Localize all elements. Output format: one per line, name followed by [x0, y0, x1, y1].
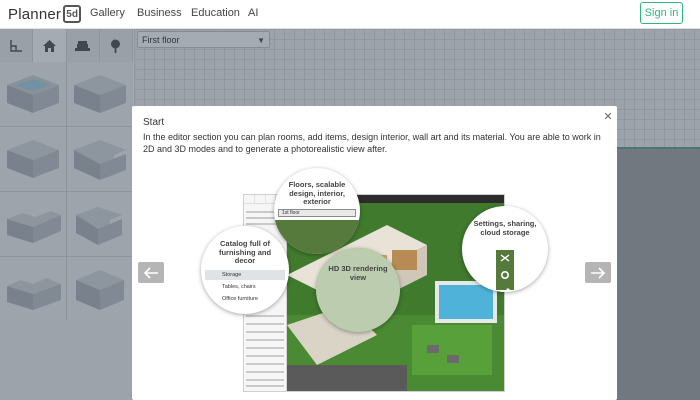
preview-list-item — [246, 371, 284, 373]
settings-callout: Settings, sharing, cloud storage — [462, 206, 548, 292]
hd-render-callout: HD 3D rendering view — [316, 248, 400, 332]
top-nav: Planner 5d Gallery Business Education AI… — [0, 0, 700, 29]
catalog-item-office: Office furniture — [222, 296, 258, 302]
preview-tab — [244, 195, 255, 204]
preview-list-item — [246, 339, 284, 341]
nav-link-gallery[interactable]: Gallery — [90, 7, 125, 19]
sign-in-button[interactable]: Sign in — [640, 2, 683, 24]
fullscreen-icon — [500, 254, 510, 262]
preview-list-item — [246, 363, 284, 365]
nav-link-education[interactable]: Education — [191, 7, 240, 19]
prev-slide-button[interactable] — [138, 262, 164, 283]
settings-callout-label: Settings, sharing, cloud storage — [473, 219, 537, 237]
modal-description: In the editor section you can plan rooms… — [143, 132, 601, 154]
logo-text: Planner — [8, 5, 62, 23]
close-icon[interactable]: ✕ — [602, 110, 614, 123]
preview-list-item — [246, 355, 284, 357]
arrow-right-icon — [591, 266, 606, 279]
floors-callout-label: Floors, scalable design, interior, exter… — [288, 180, 346, 206]
next-slide-button[interactable] — [585, 262, 611, 283]
share-icon — [500, 288, 510, 292]
hd-render-callout-label: HD 3D rendering view — [328, 264, 388, 282]
preview-list-item — [246, 315, 284, 317]
catalog-item-storage: Storage — [205, 270, 285, 280]
preview-list-item — [246, 331, 284, 333]
start-modal: Start ✕ In the editor section you can pl… — [132, 106, 617, 400]
catalog-callout-label: Catalog full of furnishing and decor — [218, 239, 272, 265]
preview-tab — [255, 195, 266, 204]
arrow-left-icon — [143, 266, 158, 279]
nav-link-ai[interactable]: AI — [248, 7, 258, 19]
catalog-item-tables: Tables, chairs — [222, 284, 256, 290]
floors-callout-select: 1st floor — [278, 209, 356, 217]
preview-list-item — [246, 385, 284, 387]
gear-icon — [501, 270, 510, 280]
hd-render-tint — [316, 248, 400, 332]
preview-list-item — [246, 323, 284, 325]
settings-toolbar — [496, 250, 514, 292]
planner5d-logo[interactable]: Planner 5d — [8, 4, 82, 24]
modal-title: Start — [143, 117, 165, 128]
nav-link-business[interactable]: Business — [137, 7, 182, 19]
logo-badge: 5d — [63, 5, 82, 23]
preview-list-item — [246, 379, 284, 381]
catalog-callout: Catalog full of furnishing and decor Sto… — [201, 226, 289, 314]
preview-list-item — [246, 347, 284, 349]
